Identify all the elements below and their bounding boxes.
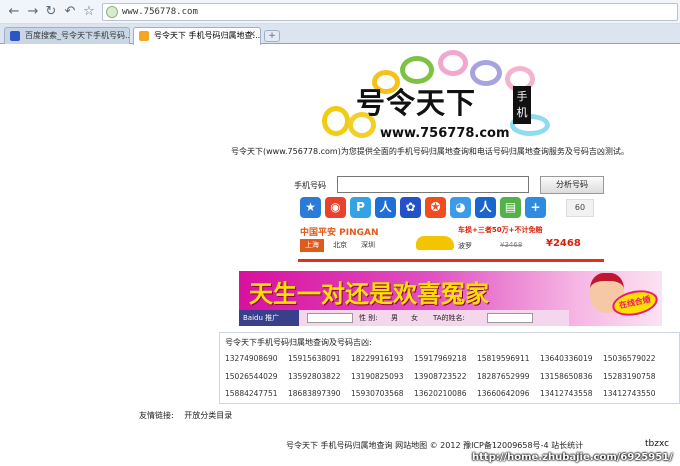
reload-icon[interactable]: ↻ xyxy=(43,4,59,20)
analyze-button[interactable]: 分析号码 xyxy=(540,176,604,194)
phone-number-link[interactable]: 13592803822 xyxy=(288,372,341,381)
pingan-ad-banner[interactable]: 中国平安 PINGAN 上海 北京 深圳 车损+三者50万+不计免赔 波罗 ¥3… xyxy=(298,224,604,262)
phone-number-link[interactable]: 13660642096 xyxy=(477,389,530,398)
insurance-offer: 车损+三者50万+不计免赔 xyxy=(458,226,543,234)
numbers-box-title: 号令天下手机号码归属地查询及号码吉凶: xyxy=(225,338,372,347)
gender-label: 性 别: xyxy=(359,314,378,322)
pingan-brand: 中国平安 PINGAN xyxy=(300,228,379,238)
game-icon[interactable]: ✪ xyxy=(425,197,446,218)
logo-ring xyxy=(322,106,350,136)
city-tab-shenzhen[interactable]: 深圳 xyxy=(356,239,380,252)
star-icon[interactable]: ☆ xyxy=(81,4,97,20)
browser-toolbar: ← → ↻ ↶ ☆ www.756778.com xyxy=(0,0,680,24)
phone-number-link[interactable]: 13620210086 xyxy=(414,389,467,398)
ad-form-strip: Baidu 推广 性 别: 男 女 TA的姓名: xyxy=(239,310,569,326)
search-label: 手机号码 xyxy=(294,181,326,190)
logo-title: 号令天下 xyxy=(356,86,477,120)
logo-sub: 手机 xyxy=(513,86,531,124)
old-price: ¥3468 xyxy=(500,241,523,249)
site-intro: 号令天下(www.756778.com)为您提供全面的手机号码归属地查询和电话号… xyxy=(231,147,629,156)
phone-number-link[interactable]: 15915638091 xyxy=(288,354,341,363)
new-price: ¥2468 xyxy=(546,238,581,249)
phone-number-link[interactable]: 13412743558 xyxy=(540,389,593,398)
back-icon[interactable]: ← xyxy=(6,4,22,20)
site-logo[interactable]: 号令天下 手机 www.756778.com xyxy=(320,50,560,146)
partner-name-input[interactable] xyxy=(487,313,533,323)
renren2-icon[interactable]: 人 xyxy=(475,197,496,218)
tab-haolingtianxia[interactable]: 号令天下 手机号码归属地查... ✕ xyxy=(133,27,261,45)
map-icon[interactable]: ▤ xyxy=(500,197,521,218)
phone-number-link[interactable]: 18287652999 xyxy=(477,372,530,381)
star-app-icon[interactable]: ★ xyxy=(300,197,321,218)
car-image xyxy=(416,236,454,250)
friend-links-label: 友情链接: xyxy=(139,411,174,420)
phone-number-input[interactable] xyxy=(337,176,529,193)
friend-link[interactable]: 开放分类目录 xyxy=(184,411,232,420)
qq-icon[interactable]: ◕ xyxy=(450,197,471,218)
city-tab-beijing[interactable]: 北京 xyxy=(328,239,352,252)
phone-number-link[interactable]: 15930703568 xyxy=(351,389,404,398)
tab-bar: 百度搜索_号令天下手机号码... 号令天下 手机号码归属地查... ✕ + xyxy=(0,24,680,45)
matchmaking-ad-banner[interactable]: 天生一对还是欢喜冤家 在线合婚 Baidu 推广 性 别: 男 女 TA的姓名: xyxy=(239,271,662,326)
search-form: 手机号码 分析号码 xyxy=(294,176,614,194)
logo-domain: www.756778.com xyxy=(380,126,510,141)
phone-number-link[interactable]: 15036579022 xyxy=(603,354,656,363)
plus-icon[interactable]: + xyxy=(525,197,546,218)
app-count: 60 xyxy=(566,199,594,217)
phone-number-link[interactable]: 15917969218 xyxy=(414,354,467,363)
logo-ring xyxy=(438,50,468,76)
site-info-icon[interactable] xyxy=(106,6,118,18)
phone-number-link[interactable]: 15884247751 xyxy=(225,389,278,398)
close-icon[interactable]: ✕ xyxy=(248,28,256,43)
your-name-input[interactable] xyxy=(307,313,353,323)
watermark-text: tbzxc xyxy=(645,439,670,449)
address-bar[interactable]: www.756778.com xyxy=(102,3,678,21)
baidu-promo-label: Baidu 推广 xyxy=(239,310,299,326)
phone-number-link[interactable]: 13158650836 xyxy=(540,372,593,381)
phone-number-link[interactable]: 13190825093 xyxy=(351,372,404,381)
undo-icon[interactable]: ↶ xyxy=(62,4,78,20)
phone-number-link[interactable]: 18683897390 xyxy=(288,389,341,398)
forward-icon[interactable]: → xyxy=(25,4,41,20)
phone-number-link[interactable]: 13412743550 xyxy=(603,389,656,398)
renren-icon[interactable]: 人 xyxy=(375,197,396,218)
partner-name-label: TA的姓名: xyxy=(433,314,465,322)
friend-links: 友情链接: 开放分类目录 xyxy=(139,410,232,421)
car-model: 波罗 xyxy=(458,242,472,250)
ad-slogan: 天生一对还是欢喜冤家 xyxy=(249,280,489,308)
baidu-paw-icon[interactable]: ✿ xyxy=(400,197,421,218)
phone-number-link[interactable]: 13908723522 xyxy=(414,372,467,381)
address-url: www.756778.com xyxy=(122,7,198,17)
tab-title: 号令天下 手机号码归属地查... xyxy=(154,31,261,40)
weibo-icon[interactable]: ◉ xyxy=(325,197,346,218)
phone-number-link[interactable]: 18229916193 xyxy=(351,354,404,363)
tab-title: 百度搜索_号令天下手机号码... xyxy=(25,31,130,40)
new-tab-icon[interactable]: + xyxy=(264,30,280,42)
phone-number-link[interactable]: 13640336019 xyxy=(540,354,593,363)
pps-icon[interactable]: P xyxy=(350,197,371,218)
gender-male-radio[interactable]: 男 xyxy=(391,313,398,323)
phone-number-link[interactable]: 15819596911 xyxy=(477,354,530,363)
site-footer: 号令天下 手机号码归属地查询 网站地图 © 2012 豫ICP备12009658… xyxy=(286,441,584,450)
phone-number-link[interactable]: 15283190758 xyxy=(603,372,656,381)
phone-number-link[interactable]: 15026544029 xyxy=(225,372,278,381)
phone-number-link[interactable]: 13274908690 xyxy=(225,354,278,363)
city-tab-shanghai[interactable]: 上海 xyxy=(300,239,324,252)
baidu-favicon-icon xyxy=(10,31,20,41)
tab-baidu-search[interactable]: 百度搜索_号令天下手机号码... xyxy=(4,27,130,44)
app-icons-row: ★ ◉ P 人 ✿ ✪ ◕ 人 ▤ + 60 xyxy=(300,197,600,221)
watermark-url: http://home.zhubajie.com/6925951/ xyxy=(472,452,673,463)
recent-numbers-box: 号令天下手机号码归属地查询及号码吉凶: 13274908690 159156380… xyxy=(219,332,680,404)
gender-female-radio[interactable]: 女 xyxy=(411,313,418,323)
site-favicon-icon xyxy=(139,31,149,41)
